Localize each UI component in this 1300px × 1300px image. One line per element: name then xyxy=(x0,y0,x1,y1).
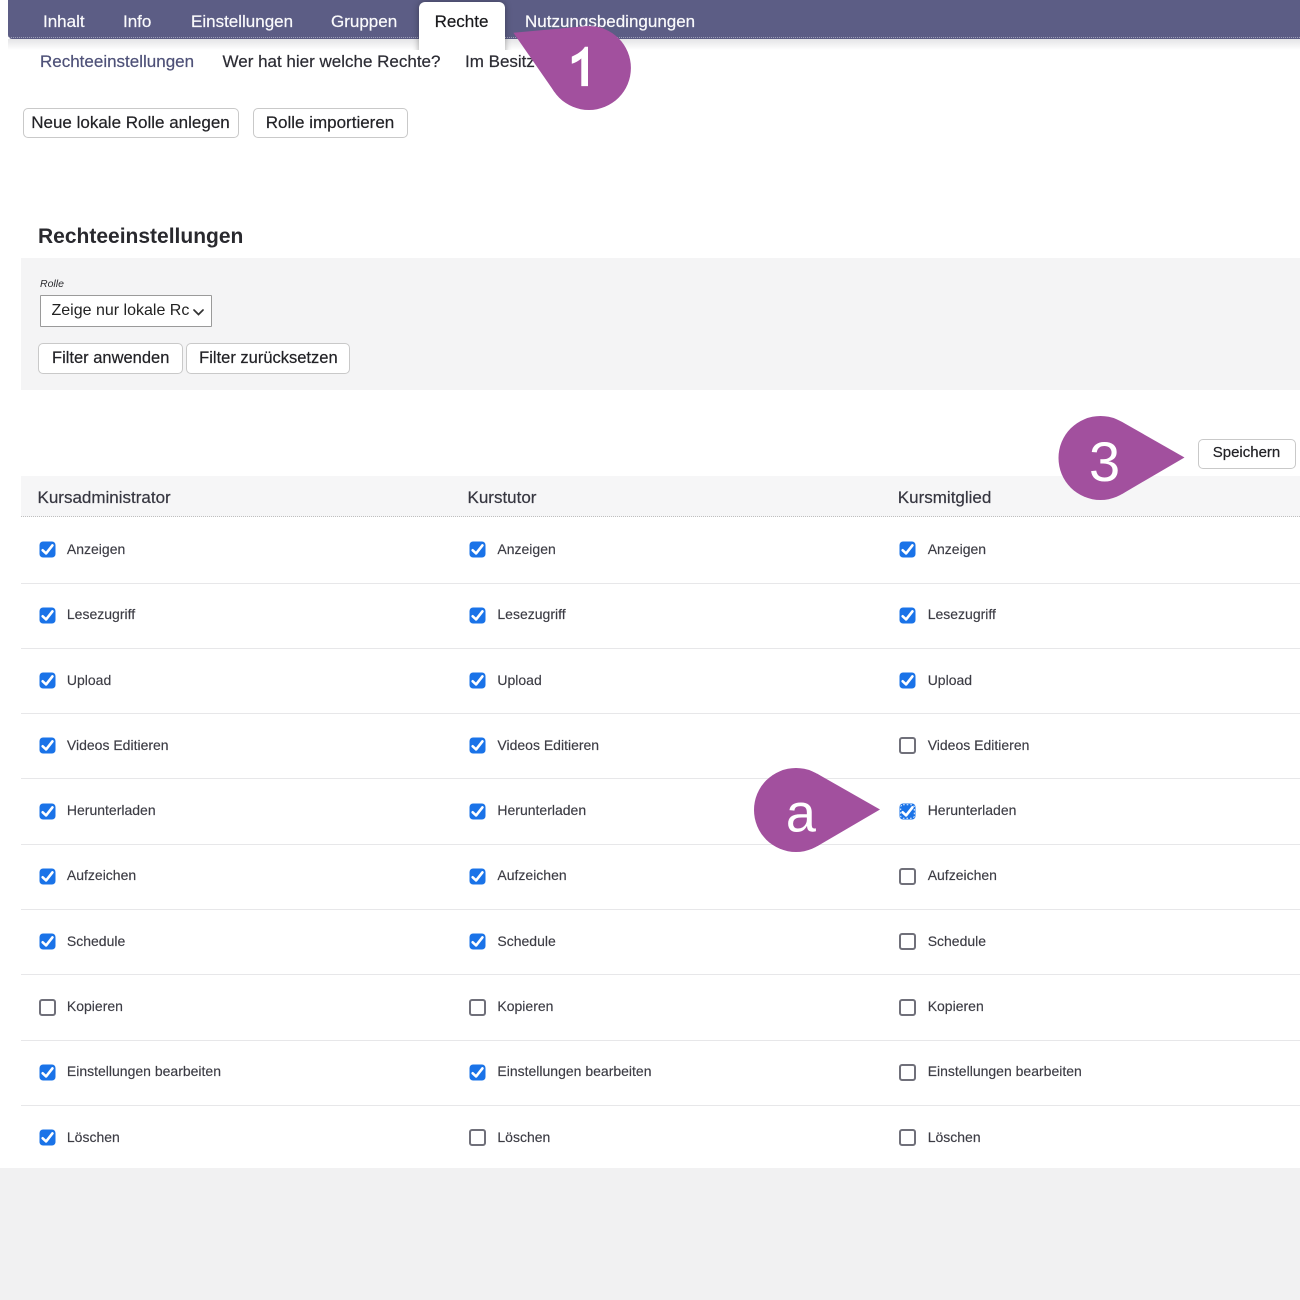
svg-text:a: a xyxy=(786,784,817,844)
